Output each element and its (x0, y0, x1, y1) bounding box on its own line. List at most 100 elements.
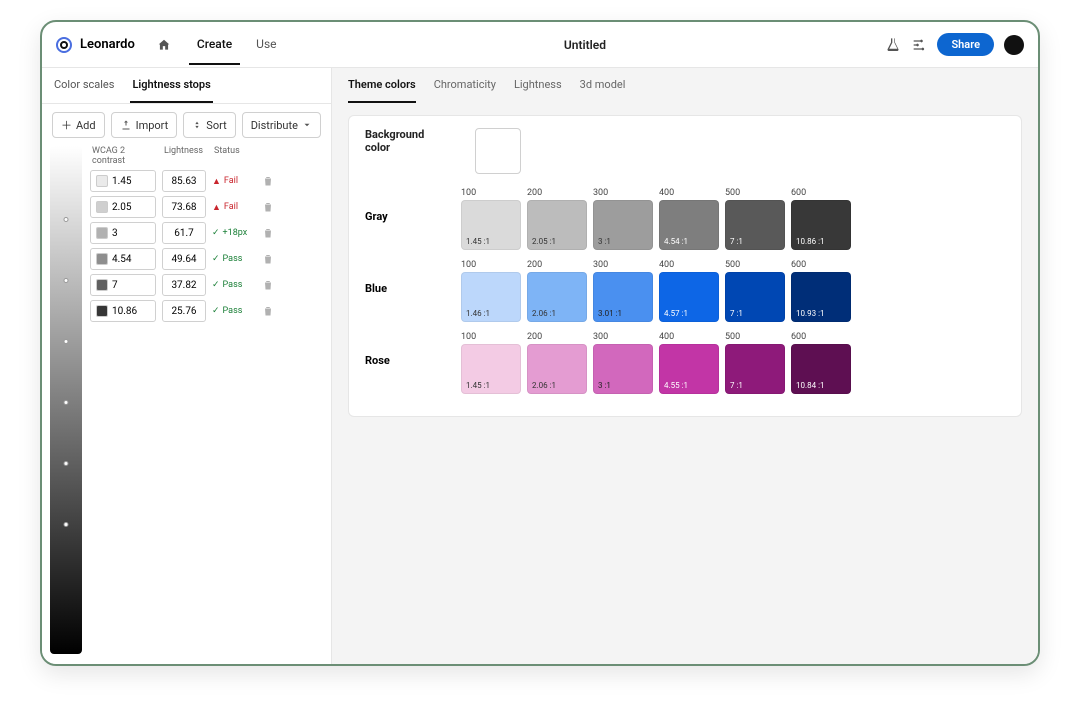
github-icon[interactable] (1004, 35, 1024, 55)
color-swatch[interactable]: 3 :1 (593, 344, 653, 394)
color-swatch[interactable]: 1.45 :1 (461, 344, 521, 394)
table-row: 4.5449.64✓Pass (90, 248, 325, 270)
color-swatch[interactable]: 4.54 :1 (659, 200, 719, 250)
gradient-stop[interactable] (64, 339, 69, 344)
lightness-value: 85.63 (171, 176, 196, 187)
contrast-input[interactable]: 2.05 (90, 196, 156, 218)
background-swatch[interactable] (475, 128, 521, 174)
lightness-input[interactable]: 49.64 (162, 248, 206, 270)
tab-color-scales[interactable]: Color scales (52, 68, 116, 103)
color-swatch[interactable]: 3 :1 (593, 200, 653, 250)
row-swatch (96, 279, 108, 291)
contrast-ratio: 2.05 :1 (532, 237, 556, 246)
color-swatch[interactable]: 2.06 :1 (527, 344, 587, 394)
color-swatch[interactable]: 10.86 :1 (791, 200, 851, 250)
add-button[interactable]: ＋Add (52, 112, 105, 138)
delete-icon[interactable] (262, 227, 274, 239)
contrast-ratio: 4.57 :1 (664, 309, 688, 318)
row-swatch (96, 175, 108, 187)
swatch-column: 60010.86 :1 (791, 188, 851, 250)
color-swatch[interactable]: 10.93 :1 (791, 272, 851, 322)
contrast-ratio: 1.45 :1 (466, 381, 490, 390)
contrast-value: 7 (112, 280, 118, 291)
col-status: Status (214, 146, 254, 166)
check-icon: ✓ (212, 280, 220, 290)
delete-icon[interactable] (262, 175, 274, 187)
lightness-input[interactable]: 61.7 (162, 222, 206, 244)
home-icon[interactable] (157, 38, 171, 52)
color-swatch[interactable]: 1.46 :1 (461, 272, 521, 322)
tab-3d-model[interactable]: 3d model (580, 68, 626, 103)
row-swatch (96, 305, 108, 317)
contrast-ratio: 7 :1 (730, 309, 743, 318)
doc-title: Untitled (293, 38, 878, 52)
settings-icon[interactable] (911, 37, 927, 53)
swatch-column: 1001.46 :1 (461, 260, 521, 322)
table-row: 10.8625.76✓Pass (90, 300, 325, 322)
lightness-gradient[interactable] (50, 146, 82, 654)
contrast-ratio: 10.93 :1 (796, 309, 825, 318)
color-swatch[interactable]: 2.06 :1 (527, 272, 587, 322)
contrast-input[interactable]: 10.86 (90, 300, 156, 322)
color-swatch[interactable]: 7 :1 (725, 344, 785, 394)
nav-create[interactable]: Create (189, 25, 240, 65)
contrast-ratio: 1.45 :1 (466, 237, 490, 246)
contrast-input[interactable]: 7 (90, 274, 156, 296)
lightness-input[interactable]: 25.76 (162, 300, 206, 322)
status-text: Pass (223, 306, 243, 316)
color-swatch[interactable]: 4.55 :1 (659, 344, 719, 394)
tab-theme-colors[interactable]: Theme colors (348, 68, 416, 103)
swatch-column: 5007 :1 (725, 260, 785, 322)
status-text: Fail (224, 176, 238, 186)
color-swatch[interactable]: 4.57 :1 (659, 272, 719, 322)
delete-icon[interactable] (262, 253, 274, 265)
contrast-input[interactable]: 4.54 (90, 248, 156, 270)
delete-icon[interactable] (262, 279, 274, 291)
gradient-stop[interactable] (64, 217, 69, 222)
nav-use[interactable]: Use (248, 25, 284, 65)
contrast-input[interactable]: 1.45 (90, 170, 156, 192)
swatch-column: 1001.45 :1 (461, 188, 521, 250)
contrast-ratio: 4.54 :1 (664, 237, 688, 246)
swatch-group: 1001.45 :12002.05 :13003 :14004.54 :1500… (461, 188, 851, 250)
contrast-input[interactable]: 3 (90, 222, 156, 244)
tab-chromaticity[interactable]: Chromaticity (434, 68, 496, 103)
import-label: Import (136, 119, 169, 132)
color-swatch[interactable]: 7 :1 (725, 272, 785, 322)
table-row: 7 37.82 ✓Pass (90, 274, 325, 296)
distribute-button[interactable]: Distribute (242, 112, 321, 138)
sort-button[interactable]: Sort (183, 112, 235, 138)
color-scale-row: Blue1001.46 :12002.06 :13003.01 :14004.5… (365, 260, 1005, 322)
delete-icon[interactable] (262, 305, 274, 317)
add-label: Add (76, 119, 96, 132)
color-swatch[interactable]: 10.84 :1 (791, 344, 851, 394)
status-text: Pass (223, 280, 243, 290)
color-swatch[interactable]: 1.45 :1 (461, 200, 521, 250)
swatch-header: 400 (659, 332, 719, 342)
gradient-stop[interactable] (64, 400, 69, 405)
swatch-header: 300 (593, 188, 653, 198)
swatch-column: 400 4.55 :1 (659, 332, 719, 394)
table-header: WCAG 2 contrast Lightness Status (90, 146, 325, 170)
beaker-icon[interactable] (885, 37, 901, 53)
lightness-input[interactable]: 85.63 (162, 170, 206, 192)
delete-icon[interactable] (262, 201, 274, 213)
theme-panel: Background color Gray1001.45 :12002.05 :… (348, 115, 1022, 417)
swatch-header: 500 (725, 332, 785, 342)
table-row: 1.4585.63▲Fail (90, 170, 325, 192)
lightness-input[interactable]: 73.68 (162, 196, 206, 218)
color-swatch[interactable]: 2.05 :1 (527, 200, 587, 250)
share-button[interactable]: Share (937, 33, 994, 56)
tab-lightness-stops[interactable]: Lightness stops (130, 68, 212, 103)
gradient-stop[interactable] (64, 461, 69, 466)
color-scale-row: Rose1001.45 :12002.06 :13003 :14004.55 :… (365, 332, 1005, 394)
brand: Leonardo (80, 37, 135, 52)
import-button[interactable]: Import (111, 112, 178, 138)
gradient-stop[interactable] (64, 278, 69, 283)
lightness-input[interactable]: 37.82 (162, 274, 206, 296)
gradient-stop[interactable] (64, 522, 69, 527)
color-swatch[interactable]: 3.01 :1 (593, 272, 653, 322)
color-swatch[interactable]: 7 :1 (725, 200, 785, 250)
tab-lightness[interactable]: Lightness (514, 68, 562, 103)
contrast-ratio: 3 :1 (598, 237, 611, 246)
